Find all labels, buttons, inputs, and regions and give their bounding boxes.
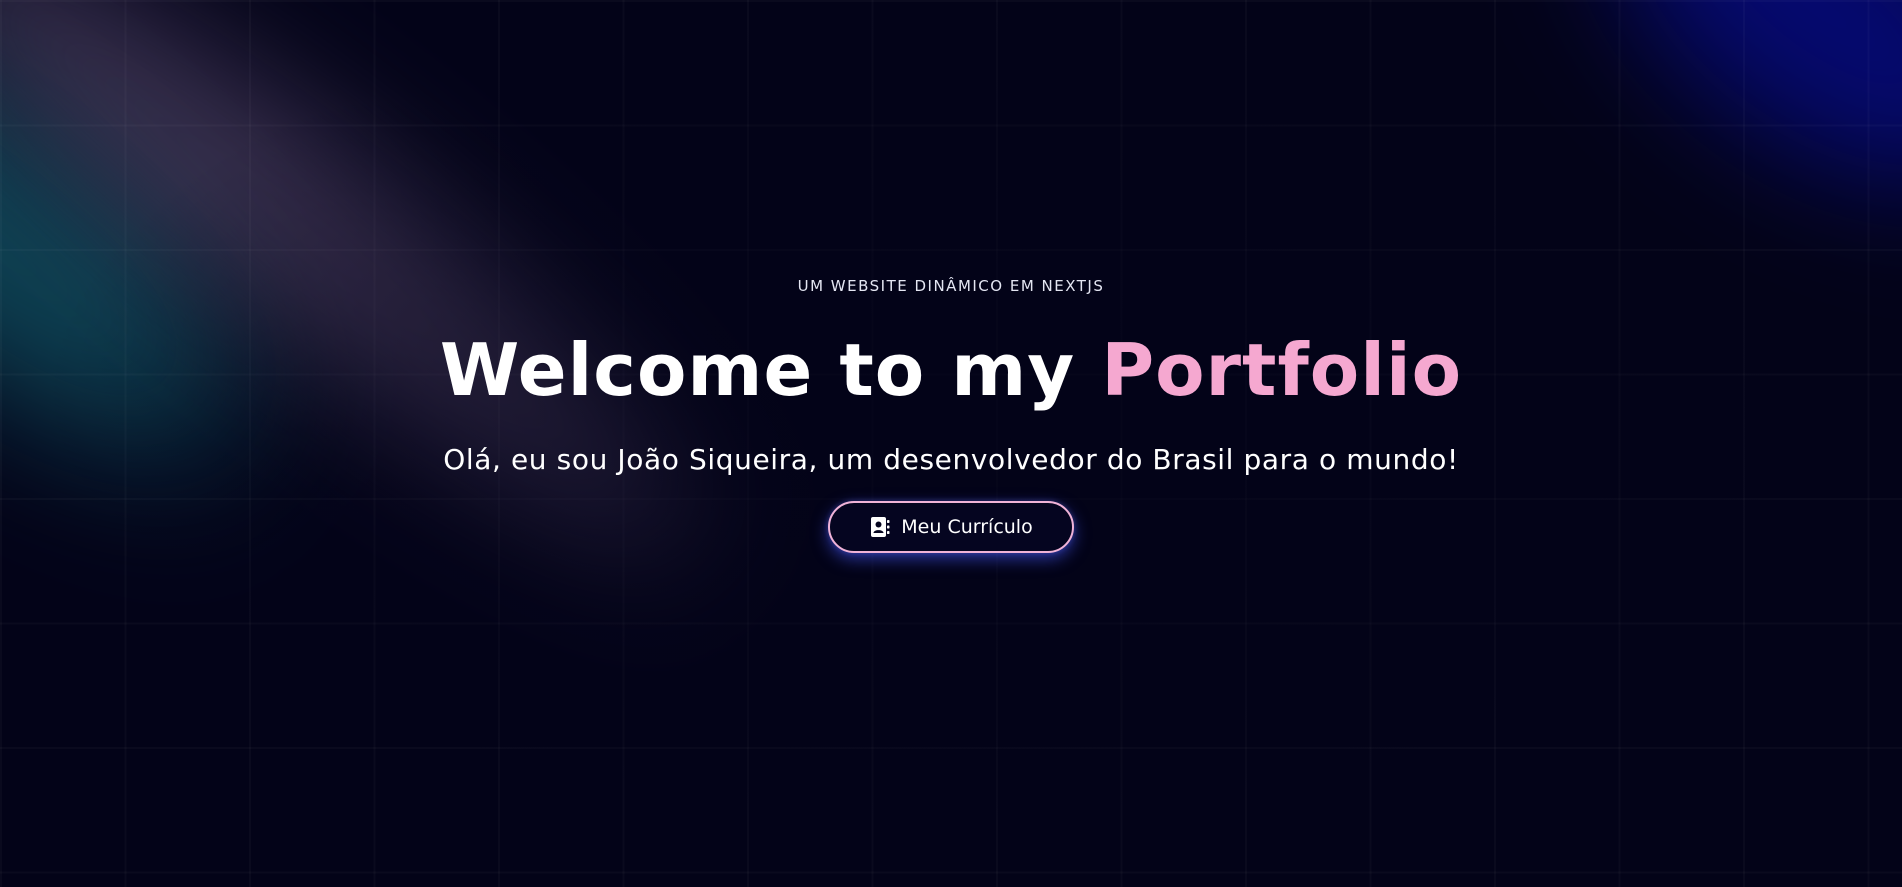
contact-book-icon — [869, 516, 891, 538]
resume-button[interactable]: Meu Currículo — [828, 501, 1074, 553]
resume-button-label: Meu Currículo — [901, 516, 1033, 538]
headline-prefix: Welcome to my — [439, 328, 1102, 412]
hero-section: UM WEBSITE DINÂMICO EM NEXTJS Welcome to… — [0, 0, 1902, 887]
hero-subtitle: Olá, eu sou João Siqueira, um desenvolve… — [443, 443, 1459, 476]
hero-headline: Welcome to my Portfolio — [0, 325, 1902, 415]
hero-eyebrow: UM WEBSITE DINÂMICO EM NEXTJS — [797, 277, 1105, 295]
headline-accent: Portfolio — [1101, 328, 1463, 412]
